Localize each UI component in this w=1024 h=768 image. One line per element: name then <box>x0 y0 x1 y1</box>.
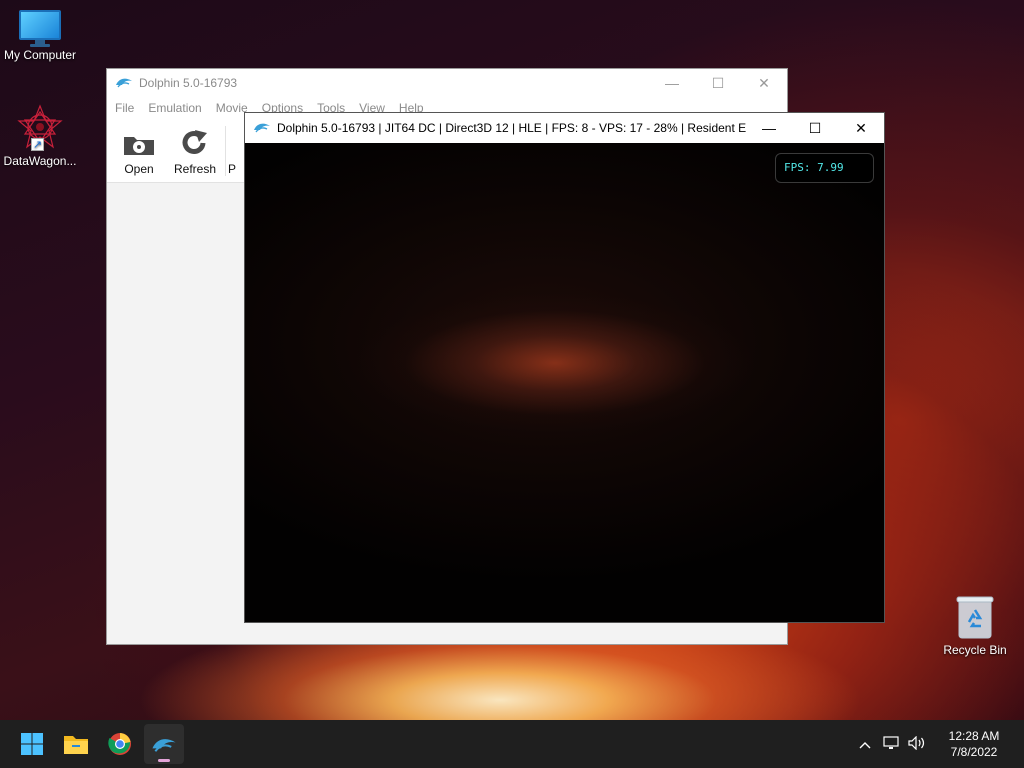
main-window-title: Dolphin 5.0-16793 <box>139 76 238 90</box>
toolbar-separator <box>225 126 226 176</box>
refresh-icon <box>182 130 207 154</box>
system-tray: 12:28 AM 7/8/2022 <box>852 720 1024 768</box>
refresh-label: Refresh <box>173 162 217 176</box>
maximize-button[interactable]: ☐ <box>695 69 741 97</box>
network-icon[interactable] <box>878 735 904 753</box>
main-titlebar[interactable]: Dolphin 5.0-16793 — ☐ ✕ <box>107 69 787 97</box>
clock-time: 12:28 AM <box>948 729 1000 743</box>
my-computer-label: My Computer <box>3 48 77 62</box>
windows-start-icon <box>21 733 43 755</box>
start-button[interactable] <box>12 724 52 764</box>
recycle-bin-label: Recycle Bin <box>943 643 1007 657</box>
maximize-button[interactable]: ☐ <box>792 113 838 143</box>
menu-emulation[interactable]: Emulation <box>141 101 208 115</box>
recycle-bin-shortcut[interactable]: Recycle Bin <box>938 596 1012 657</box>
clock-date: 7/8/2022 <box>950 745 998 759</box>
dolphin-logo-icon <box>152 739 176 752</box>
close-button[interactable]: ✕ <box>741 69 787 97</box>
fps-overlay: FPS: 7.99 <box>775 153 874 183</box>
minimize-button[interactable]: — <box>746 113 792 143</box>
taskbar-clock[interactable]: 12:28 AM 7/8/2022 <box>934 728 1014 760</box>
dolphin-render-window[interactable]: Dolphin 5.0-16793 | JIT64 DC | Direct3D … <box>244 112 885 623</box>
menu-file[interactable]: File <box>107 101 141 115</box>
dolphin-logo-icon <box>253 121 271 136</box>
shortcut-arrow-icon: ↗ <box>31 138 44 151</box>
close-button[interactable]: ✕ <box>838 113 884 143</box>
datawagon-shortcut[interactable]: ↗ DataWagon... <box>0 104 80 168</box>
dolphin-taskbar-button[interactable] <box>144 724 184 764</box>
volume-icon[interactable] <box>904 735 930 753</box>
datawagon-label: DataWagon... <box>3 154 77 168</box>
open-button[interactable]: Open <box>111 122 167 182</box>
chevron-up-icon[interactable] <box>852 737 878 752</box>
dolphin-logo-icon <box>115 76 133 91</box>
recycle-bin-icon <box>956 596 994 639</box>
folder-icon <box>64 736 88 754</box>
chrome-button[interactable] <box>100 724 140 764</box>
my-computer-icon[interactable]: My Computer <box>0 10 80 62</box>
render-window-title: Dolphin 5.0-16793 | JIT64 DC | Direct3D … <box>277 121 746 135</box>
taskbar: 12:28 AM 7/8/2022 <box>0 720 1024 768</box>
file-explorer-button[interactable] <box>56 724 96 764</box>
refresh-button[interactable]: Refresh <box>167 122 223 182</box>
minimize-button[interactable]: — <box>649 69 695 97</box>
open-label: Open <box>124 162 154 176</box>
chrome-icon <box>108 733 131 755</box>
monitor-icon <box>19 10 61 47</box>
open-disc-icon <box>124 137 154 155</box>
game-render-area[interactable]: FPS: 7.99 <box>245 143 884 622</box>
render-titlebar[interactable]: Dolphin 5.0-16793 | JIT64 DC | Direct3D … <box>245 113 884 143</box>
partial-label: P <box>228 162 237 176</box>
datawagon-icon: ↗ <box>17 104 63 152</box>
